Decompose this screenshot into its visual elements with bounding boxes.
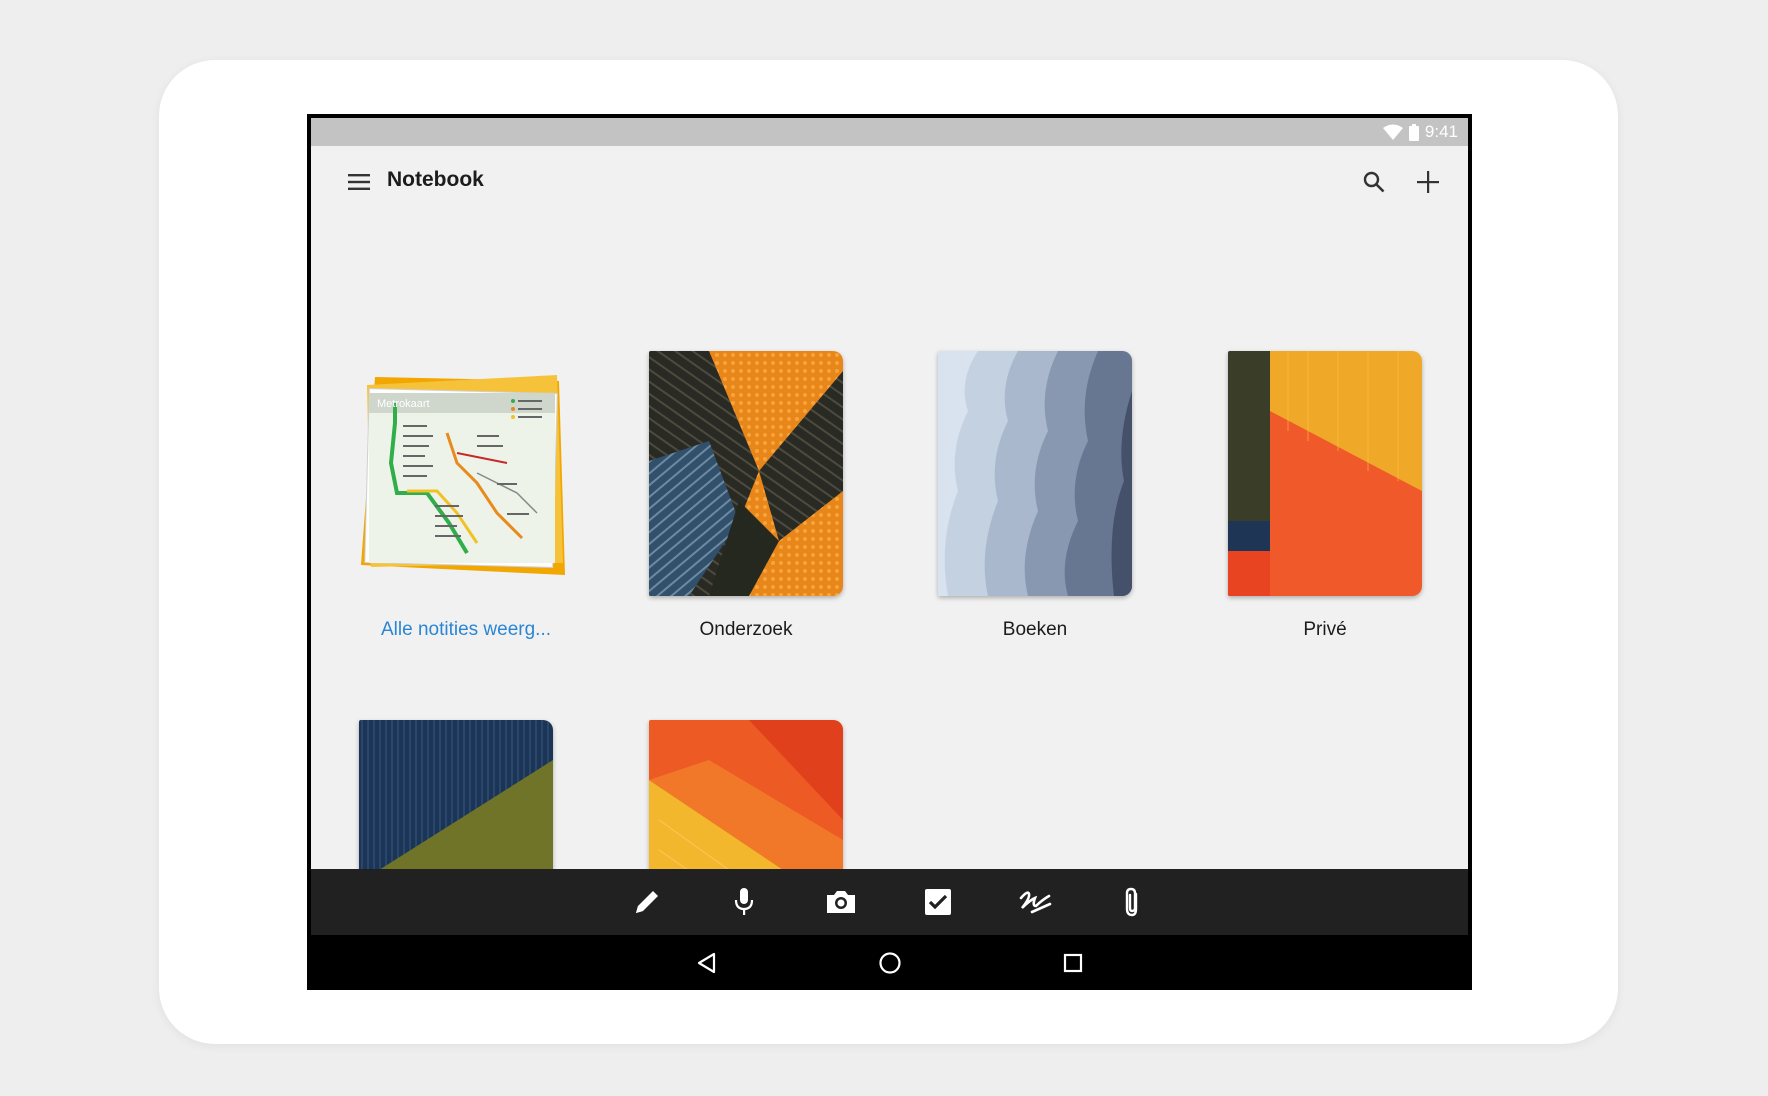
notebook-app: Notebook Metrokaart Alle notities weerg.… [311,146,1468,869]
back-icon [697,952,715,973]
system-navigation-bar [311,935,1468,990]
notebook-label: Privé [1303,619,1347,640]
notebook-cover [938,351,1132,596]
notes-stack-thumbnail: Metrokaart [361,375,565,575]
recents-icon [1063,953,1082,972]
checkbox-icon [925,889,951,915]
new-text-note-button[interactable] [599,869,696,935]
notebook-label: Alle notities weerg... [380,619,552,640]
home-button[interactable] [798,935,981,990]
microphone-icon [734,888,754,915]
home-icon [878,951,901,974]
notebook-grid: Metrokaart Alle notities weerg... Onderz… [311,146,1468,869]
notebook-label: Boeken [1002,619,1068,640]
notebook-blue-green[interactable] [311,720,601,869]
pencil-icon [636,891,658,913]
new-audio-note-button[interactable] [696,869,793,935]
camera-icon [827,891,855,913]
add-attachment-button[interactable] [1084,869,1181,935]
notebook-all-notes[interactable]: Metrokaart Alle notities weerg... [321,351,611,651]
new-checklist-button[interactable] [890,869,987,935]
recents-button[interactable] [981,935,1164,990]
attachment-icon [1125,887,1138,917]
notebook-orange-yellow[interactable] [601,720,891,869]
notebook-boeken[interactable]: Boeken [890,351,1180,651]
status-time: 9:41 [1424,122,1458,141]
notebook-onderzoek[interactable]: Onderzoek [601,351,891,651]
new-photo-note-button[interactable] [793,869,890,935]
map-title: Metrokaart [377,398,430,410]
quick-add-toolbar [311,869,1468,935]
notebook-cover [1228,351,1422,596]
notebook-prive[interactable]: Privé [1180,351,1468,651]
back-button[interactable] [615,935,798,990]
handwriting-icon [1019,891,1052,914]
new-handwriting-button[interactable] [987,869,1084,935]
notebook-cover [359,720,553,869]
device-screen: 9:41 Notebook Metrokaart Alle notities w… [307,114,1472,990]
status-bar: 9:41 [311,118,1468,146]
notebook-cover [649,351,843,596]
wifi-icon [1382,124,1403,140]
battery-icon [1408,123,1419,141]
notebook-cover [649,720,843,869]
notebook-label: Onderzoek [699,619,793,640]
